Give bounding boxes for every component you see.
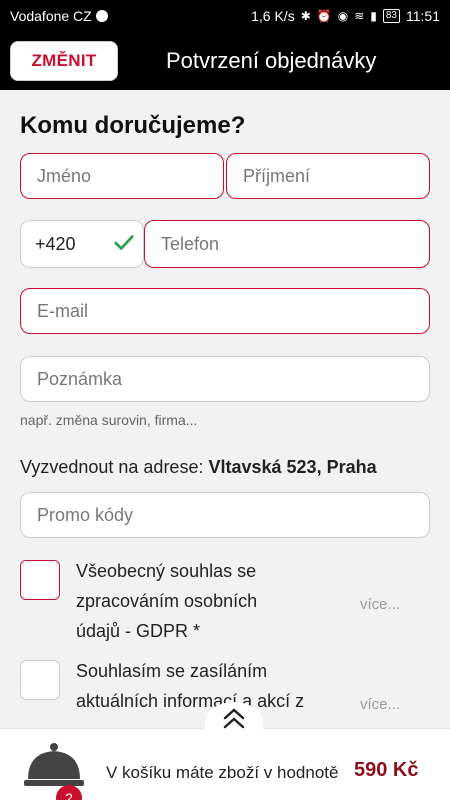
- status-bar: Vodafone CZ 1,6 K/s ✱ ⏰ ◉ ≋ ▮ 83 11:51: [0, 0, 450, 32]
- cart-total-price: 590 Kč: [354, 759, 419, 781]
- signal-icon: ▮: [370, 9, 377, 23]
- promo-code-field[interactable]: Promo kódy: [20, 492, 430, 538]
- eye-icon: ◉: [337, 9, 349, 23]
- email-field[interactable]: E-mail: [20, 288, 430, 334]
- clock: 11:51: [406, 8, 440, 24]
- alarm-icon: ⏰: [316, 9, 332, 23]
- promo-placeholder: Promo kódy: [37, 504, 134, 525]
- gdpr-more-link[interactable]: více...: [360, 596, 400, 613]
- phone-placeholder: Telefon: [161, 233, 220, 254]
- pickup-address-value: Vltavská 523, Praha: [208, 457, 377, 477]
- network-speed: 1,6 K/s: [251, 8, 295, 24]
- pickup-address: Vyzvednout na adrese: Vltavská 523, Prah…: [20, 457, 377, 478]
- page-title: Potvrzení objednávky: [166, 48, 377, 73]
- last-name-placeholder: Příjmení: [243, 165, 311, 186]
- first-name-placeholder: Jméno: [37, 165, 92, 186]
- expand-cart-button[interactable]: [205, 702, 263, 742]
- check-icon: [114, 235, 134, 250]
- cart-summary-text: V košíku máte zboží v hodnotě: [106, 763, 339, 782]
- gdpr-checkbox[interactable]: [20, 560, 60, 600]
- note-field[interactable]: Poznámka: [20, 356, 430, 402]
- phone-field[interactable]: Telefon: [144, 220, 430, 268]
- status-right: 1,6 K/s ✱ ⏰ ◉ ≋ ▮ 83 11:51: [251, 8, 440, 24]
- form-heading: Komu doručujeme?: [20, 112, 246, 139]
- newsletter-checkbox[interactable]: [20, 660, 60, 700]
- gdpr-consent-label: Všeobecný souhlas se zpracováním osobníc…: [76, 561, 258, 641]
- newsletter-consent-label: Souhlasím se zasíláním aktuálních inform…: [76, 661, 305, 711]
- phone-prefix: +420: [35, 233, 76, 254]
- carrier: Vodafone CZ: [10, 8, 108, 24]
- pickup-label: Vyzvednout na adrese:: [20, 457, 204, 477]
- newsletter-more-link[interactable]: více...: [360, 696, 400, 713]
- wifi-icon: ≋: [354, 9, 365, 23]
- facebook-icon: [95, 10, 108, 22]
- first-name-field[interactable]: Jméno: [20, 153, 224, 199]
- note-hint: např. změna surovin, firma...: [20, 412, 198, 428]
- note-placeholder: Poznámka: [37, 368, 123, 389]
- bluetooth-icon: ✱: [300, 9, 311, 23]
- change-button[interactable]: ZMĚNIT: [10, 41, 118, 81]
- phone-prefix-field[interactable]: +420: [20, 220, 144, 268]
- app-bar: ZMĚNIT Potvrzení objednávky: [0, 32, 450, 90]
- double-chevron-up-icon: [223, 708, 245, 729]
- carrier-label: Vodafone CZ: [10, 8, 92, 24]
- email-placeholder: E-mail: [37, 300, 89, 321]
- last-name-field[interactable]: Příjmení: [226, 153, 430, 199]
- battery-icon: 83: [382, 9, 400, 23]
